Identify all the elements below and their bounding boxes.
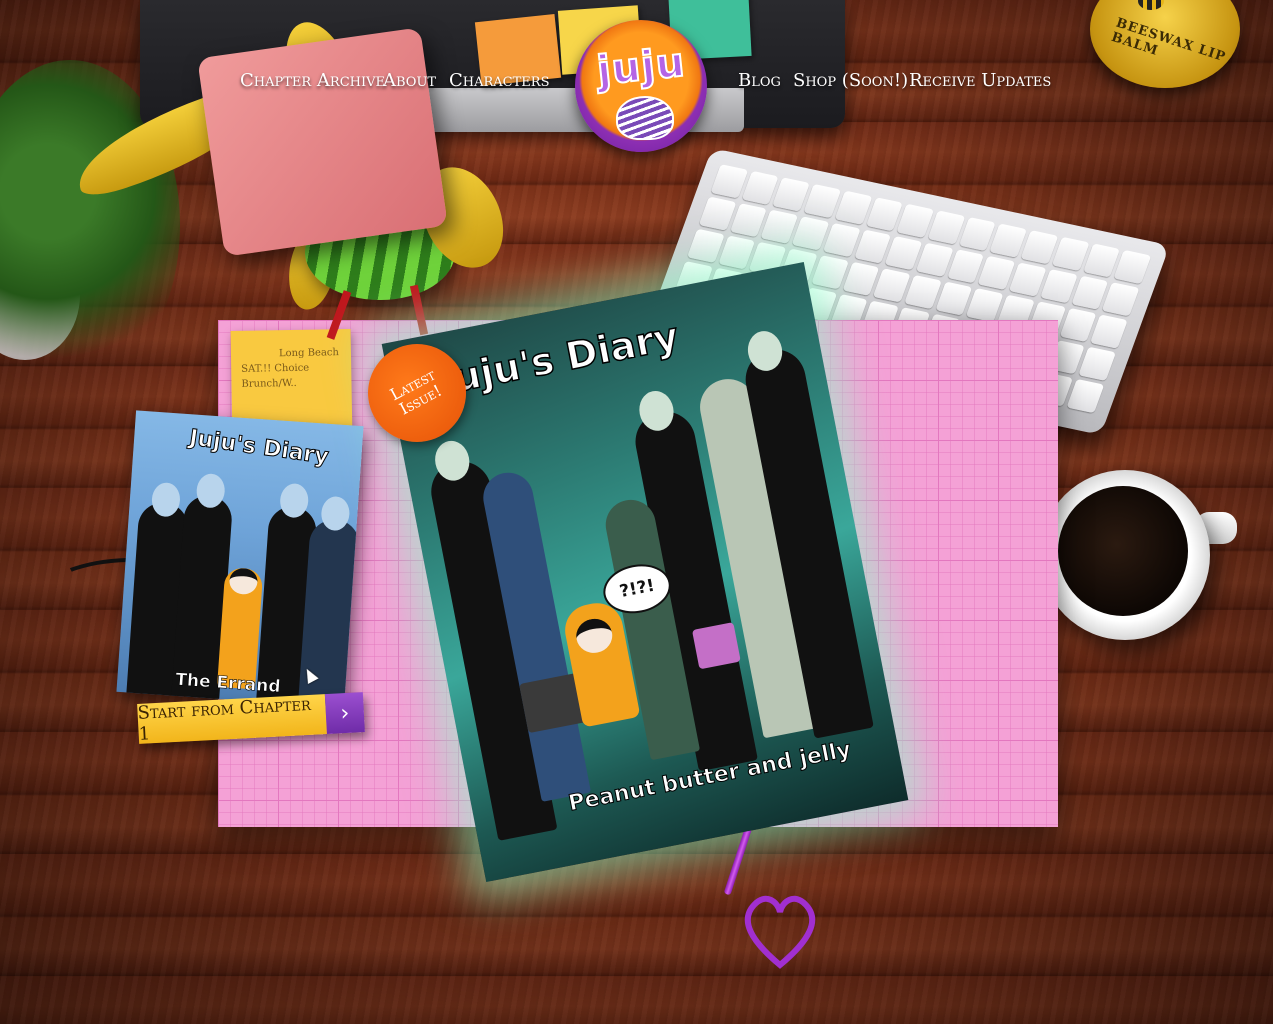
keyboard-key <box>904 274 942 310</box>
shopping-bag <box>691 622 741 670</box>
keyboard-key <box>811 255 849 290</box>
nav-about[interactable]: About <box>383 70 436 91</box>
toy-character-head <box>197 27 448 257</box>
keyboard-key <box>927 210 966 245</box>
keyboard-key <box>834 190 873 225</box>
latest-issue-title: Juju's Diary <box>435 313 683 404</box>
keyboard-key <box>1102 282 1140 317</box>
keyboard-key <box>1090 314 1128 349</box>
keyboard-key <box>822 222 861 258</box>
keyboard-key <box>687 228 725 263</box>
keyboard-key <box>915 242 954 277</box>
chapter-1-cover[interactable]: Juju's Diary The Errand <box>116 410 364 708</box>
keyboard-key <box>1113 249 1152 285</box>
keyboard-key <box>1008 262 1047 297</box>
logo-face-icon <box>616 96 674 140</box>
chapter-1-cover-title: Juju's Diary <box>187 425 331 470</box>
chevron-right-icon: › <box>324 692 365 735</box>
keyboard-key <box>698 196 737 231</box>
coffee <box>1058 486 1188 616</box>
keyboard-key <box>1066 378 1105 414</box>
latest-issue-badge-label: Latest Issue! <box>386 365 445 419</box>
keyboard-key <box>1039 268 1078 304</box>
keyboard-key <box>791 216 830 251</box>
sticky-note-line: Long Beach <box>278 347 340 360</box>
keyboard-key <box>710 164 748 199</box>
keyboard-key <box>1051 236 1090 271</box>
keyboard-key <box>803 183 842 219</box>
nav-blog[interactable]: Blog <box>738 70 781 91</box>
pen-heart-clip <box>744 895 816 969</box>
keyboard-key <box>1078 346 1116 381</box>
start-button-label: Start from Chapter 1 <box>137 694 327 745</box>
nav-characters[interactable]: Characters <box>449 70 549 91</box>
nav-receive-updates[interactable]: Receive Updates <box>909 70 1051 91</box>
sticky-note-line: Brunch/W.. <box>241 377 297 390</box>
logo-text: juju <box>594 39 689 96</box>
nav-chapter-archive[interactable]: Chapter Archive <box>240 70 385 91</box>
nav-shop[interactable]: Shop (Soon!) <box>793 70 908 91</box>
keyboard-key <box>1020 230 1059 265</box>
